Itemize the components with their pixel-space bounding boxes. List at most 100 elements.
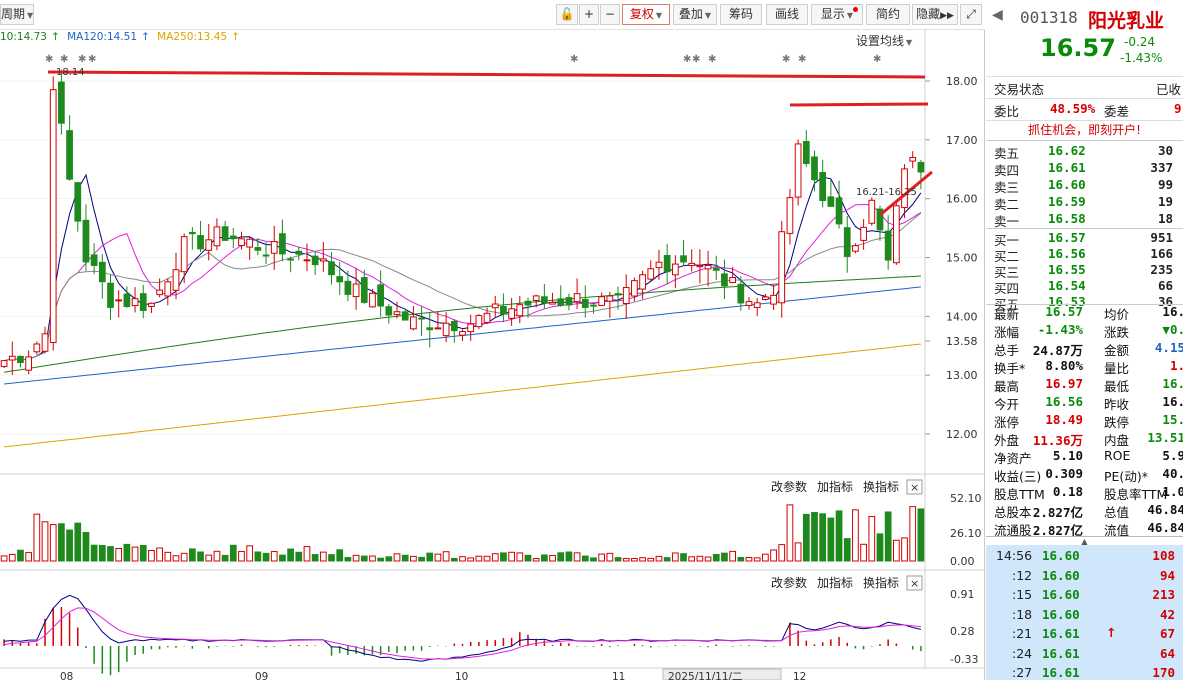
volume-bar — [516, 552, 524, 562]
ask-row[interactable]: 卖二 16.59 19 — [986, 193, 1183, 212]
candle-body — [680, 255, 687, 263]
candle-body — [287, 258, 294, 261]
volume-bar — [164, 551, 172, 562]
tick-row: :24 16.61 64 — [986, 644, 1183, 663]
volume-params-button[interactable]: 改参数 — [771, 479, 807, 494]
tick-price: 16.61 — [1042, 665, 1080, 680]
candle-body — [33, 343, 41, 353]
ask-row[interactable]: 卖四 16.61 337 — [986, 159, 1183, 178]
volume-bar — [909, 506, 917, 562]
volume-bar — [680, 553, 687, 562]
tick-time: :24 — [1012, 645, 1033, 661]
weicha-value: 9 — [1174, 101, 1182, 116]
volume-bar — [745, 557, 753, 562]
volume-bar — [876, 533, 884, 562]
candle-body — [377, 284, 385, 307]
stat-row: 最新 16.57 均价 16. — [986, 303, 1183, 322]
volume-bar — [868, 516, 876, 562]
volume-bar — [565, 551, 573, 562]
stat-value: 40. — [1162, 466, 1183, 481]
level-volume: 18 — [1157, 211, 1173, 226]
candle-body — [827, 196, 835, 207]
candle-body — [614, 293, 622, 296]
volume-bar — [712, 554, 720, 562]
ask-row[interactable]: 卖五 16.62 30 — [986, 142, 1183, 161]
volume-bar — [270, 551, 278, 562]
volume-bar — [319, 551, 327, 562]
close-icon-glyph: × — [910, 481, 919, 494]
candle-body — [369, 292, 376, 308]
candle-body — [639, 274, 646, 290]
volume-bar — [189, 548, 196, 562]
volume-bar — [770, 549, 777, 562]
ask-row[interactable]: 卖三 16.60 99 — [986, 176, 1183, 195]
candle-body — [442, 322, 450, 337]
candle-body — [189, 231, 196, 235]
stat-value: 1. — [1169, 358, 1183, 373]
volume-bar — [704, 556, 712, 562]
volume-bar — [721, 552, 728, 562]
stat-row: 今开 16.56 昨收 16. — [986, 393, 1183, 412]
volume-bar — [410, 555, 417, 562]
volume-bar — [123, 543, 131, 562]
tick-row: :15 16.60 213 — [986, 585, 1183, 604]
volume-bar — [139, 544, 147, 562]
arrow-up-icon: ↑ — [1106, 625, 1117, 640]
candle-body — [197, 235, 204, 250]
volume-add-indicator-button[interactable]: 加指标 — [817, 479, 853, 494]
ask-row[interactable]: 卖一 16.58 18 — [986, 210, 1183, 229]
macd-axis-label: 0.91 — [950, 588, 975, 601]
volume-bar — [49, 524, 57, 562]
candle-body — [164, 281, 172, 297]
stock-code: 001318 — [1020, 8, 1078, 27]
weibi-value: 48.59% — [1050, 101, 1096, 116]
collapse-toggle[interactable]: ▲ — [986, 536, 1183, 546]
volume-bar — [401, 554, 409, 562]
kline-chart-area[interactable]: 周期 ▼ 🔓 + − 复权 ▼ 叠加 ▼ 筹码 画线 显示 ▼ 简约 隐藏▶▶ ⤢ 10… — [0, 0, 985, 680]
candle-body — [336, 276, 344, 283]
volume-bar — [295, 551, 303, 562]
price-change: -0.24 — [1124, 35, 1156, 49]
candle-body — [835, 197, 843, 225]
candle-body — [115, 299, 123, 302]
volume-bar — [41, 521, 49, 562]
candle-body — [704, 264, 712, 270]
macd-add-indicator-button[interactable]: 加指标 — [817, 575, 853, 590]
level-volume: 99 — [1157, 177, 1173, 192]
volume-bar — [156, 547, 163, 562]
price-axis-label: 15.00 — [946, 252, 978, 265]
event-marker-icon: ✱ — [692, 54, 700, 65]
stock-header: ◀ 001318 阳光乳业 — [986, 6, 1183, 32]
candle-body — [802, 141, 810, 165]
candle-body — [311, 255, 319, 266]
macd-params-button[interactable]: 改参数 — [771, 575, 807, 590]
tick-time: :15 — [1012, 587, 1033, 602]
candle-body — [663, 255, 671, 273]
volume-change-indicator-button[interactable]: 换指标 — [863, 479, 899, 494]
event-marker-icon: ✱ — [798, 54, 806, 65]
x-axis-label: 2025/11/11/二 — [668, 671, 743, 680]
recent-price-label: 16.21-16.25 — [856, 187, 917, 198]
volume-bar — [262, 552, 270, 562]
promo-link[interactable]: 抓住机会，即刻开户! — [986, 120, 1183, 138]
tick-list[interactable]: 14:56 16.60 108:12 16.60 94:15 16.60 213:18 16.… — [986, 545, 1183, 680]
macd-change-indicator-button[interactable]: 换指标 — [863, 575, 899, 590]
level-volume: 66 — [1157, 278, 1173, 293]
volume-bar — [819, 513, 827, 562]
weibi-row: 委比 48.59% 委差 9 — [986, 98, 1183, 119]
stat-row: 总手 24.87万 金额 4.15 — [986, 339, 1183, 358]
stat-row: 流通股 2.827亿 流值 46.84 — [986, 519, 1183, 538]
volume-bar — [843, 538, 851, 562]
candle-body — [221, 226, 229, 241]
candle-body — [352, 283, 360, 298]
candle-body — [712, 267, 720, 271]
back-arrow-icon[interactable]: ◀ — [992, 7, 1003, 23]
stat-value: 16. — [1162, 376, 1183, 391]
volume-bar — [33, 513, 41, 562]
stat-row: 涨幅 -1.43% 涨跌 ▼0. — [986, 321, 1183, 340]
candle-body — [852, 245, 859, 252]
candle-body — [205, 239, 213, 251]
stat-value: 16. — [1162, 304, 1183, 319]
status-label: 交易状态 — [994, 82, 1045, 97]
volume-bar — [82, 531, 90, 562]
